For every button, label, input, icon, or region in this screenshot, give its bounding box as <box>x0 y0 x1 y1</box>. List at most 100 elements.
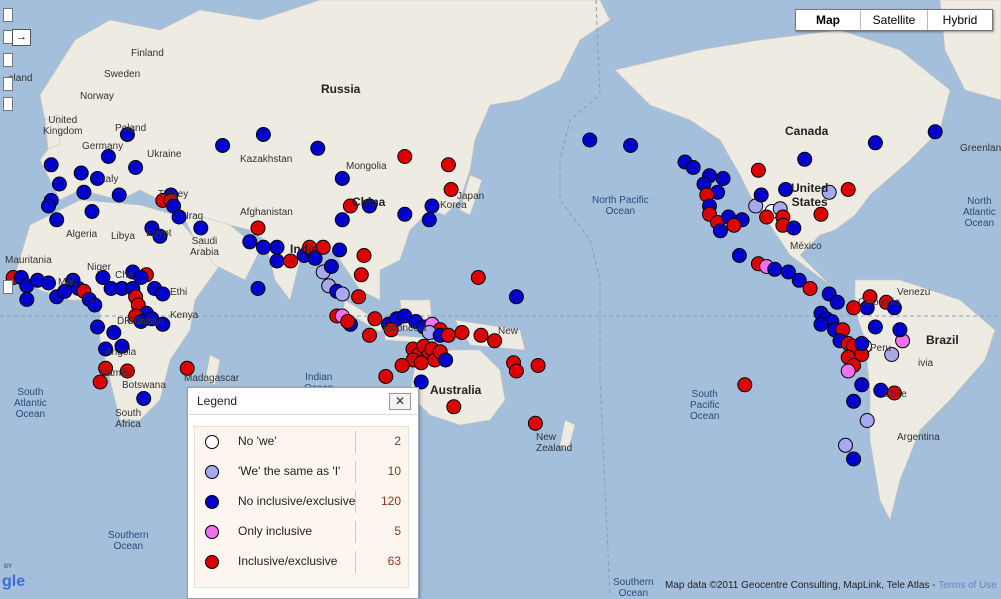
map-marker[interactable] <box>440 157 456 173</box>
map-marker[interactable] <box>334 171 350 186</box>
map-marker[interactable] <box>424 198 440 214</box>
map-marker[interactable] <box>356 248 372 263</box>
map-marker[interactable] <box>76 184 92 200</box>
map-marker[interactable] <box>87 297 103 313</box>
map-marker[interactable] <box>255 239 271 255</box>
map-marker[interactable] <box>421 212 437 228</box>
map-marker[interactable] <box>155 286 171 302</box>
map-marker[interactable] <box>508 363 524 379</box>
map-marker[interactable] <box>128 160 144 175</box>
map-type-satellite-button[interactable]: Satellite <box>860 10 927 30</box>
map-marker[interactable] <box>367 311 383 327</box>
map-marker[interactable] <box>750 162 766 178</box>
map-marker[interactable] <box>255 127 271 142</box>
map-marker[interactable] <box>353 267 369 283</box>
map-marker[interactable] <box>753 187 769 203</box>
map-marker[interactable] <box>378 369 394 384</box>
map-marker[interactable] <box>927 124 943 140</box>
map-marker[interactable] <box>242 234 258 250</box>
map-marker[interactable] <box>332 242 348 258</box>
zoom-control[interactable] <box>3 53 13 67</box>
map-type-hybrid-button[interactable]: Hybrid <box>927 10 992 30</box>
map-marker[interactable] <box>813 316 829 332</box>
zoom-slider-3[interactable] <box>3 280 13 294</box>
map-marker[interactable] <box>446 399 462 415</box>
terms-of-use-link[interactable]: Terms of Use <box>938 580 997 591</box>
map-marker[interactable] <box>351 289 367 305</box>
map-marker[interactable] <box>813 206 829 222</box>
map-marker[interactable] <box>41 198 56 214</box>
map-marker[interactable] <box>362 327 377 343</box>
map-marker[interactable] <box>685 160 701 175</box>
map-marker[interactable] <box>397 149 413 164</box>
map-marker[interactable] <box>473 327 489 343</box>
map-marker[interactable] <box>250 220 266 236</box>
map-marker[interactable] <box>334 286 350 302</box>
map-marker[interactable] <box>470 270 486 285</box>
map-marker[interactable] <box>215 138 231 153</box>
close-icon[interactable]: ✕ <box>389 393 411 410</box>
map-marker[interactable] <box>892 322 908 338</box>
map-marker[interactable] <box>413 355 429 371</box>
map-marker[interactable] <box>250 281 266 296</box>
zoom-slider-1[interactable] <box>3 77 13 91</box>
map-marker[interactable] <box>854 336 870 351</box>
map-marker[interactable] <box>867 135 883 151</box>
map-marker[interactable] <box>283 253 299 269</box>
map-marker[interactable] <box>171 209 187 225</box>
map-marker[interactable] <box>454 325 470 340</box>
map-marker[interactable] <box>838 437 853 453</box>
map-marker[interactable] <box>193 220 209 236</box>
map-marker[interactable] <box>786 220 802 236</box>
map-marker[interactable] <box>846 451 862 467</box>
map-marker[interactable] <box>438 352 454 368</box>
map-marker[interactable] <box>310 140 326 156</box>
map-marker[interactable] <box>767 261 783 277</box>
map-marker[interactable] <box>802 281 818 296</box>
map-marker[interactable] <box>859 413 875 428</box>
map-marker[interactable] <box>111 187 127 203</box>
google-logo[interactable]: gle <box>2 573 25 591</box>
map-marker[interactable] <box>623 138 639 153</box>
map-type-map-button[interactable]: Map <box>796 10 860 30</box>
map-marker[interactable] <box>867 319 883 335</box>
map-marker[interactable] <box>49 212 65 228</box>
pan-right-icon[interactable]: → <box>12 29 31 46</box>
map-marker[interactable] <box>443 182 459 197</box>
map-marker[interactable] <box>440 327 456 343</box>
map-marker[interactable] <box>340 314 356 329</box>
map-marker[interactable] <box>582 132 598 148</box>
map-marker[interactable] <box>84 204 100 219</box>
map-marker[interactable] <box>829 294 845 310</box>
map-marker[interactable] <box>43 157 59 173</box>
map-marker[interactable] <box>334 212 350 228</box>
map-marker[interactable] <box>759 209 775 225</box>
map-marker[interactable] <box>731 248 747 263</box>
map-marker[interactable] <box>41 275 56 291</box>
map-marker[interactable] <box>737 377 753 393</box>
map-marker[interactable] <box>530 358 546 373</box>
map-marker[interactable] <box>323 259 339 274</box>
map-marker[interactable] <box>715 171 731 186</box>
pan-control-up[interactable] <box>3 8 13 22</box>
map-marker[interactable] <box>840 363 856 379</box>
map-marker[interactable] <box>397 206 413 222</box>
map-marker[interactable] <box>90 319 105 335</box>
map-marker[interactable] <box>269 253 285 269</box>
map-marker[interactable] <box>19 292 35 307</box>
map-marker[interactable] <box>846 393 862 409</box>
map-marker[interactable] <box>797 151 813 167</box>
map-marker[interactable] <box>51 176 67 192</box>
world-map[interactable] <box>0 0 1001 597</box>
map-marker[interactable] <box>508 289 524 305</box>
map-marker[interactable] <box>854 377 870 393</box>
map-marker[interactable] <box>106 325 122 340</box>
map-marker[interactable] <box>840 182 856 197</box>
map-marker[interactable] <box>73 165 89 181</box>
map-marker[interactable] <box>136 391 152 406</box>
map-marker[interactable] <box>269 239 285 255</box>
map-marker[interactable] <box>712 223 728 239</box>
map-marker[interactable] <box>726 217 742 233</box>
zoom-slider-2[interactable] <box>3 97 13 111</box>
map-marker[interactable] <box>394 358 410 373</box>
